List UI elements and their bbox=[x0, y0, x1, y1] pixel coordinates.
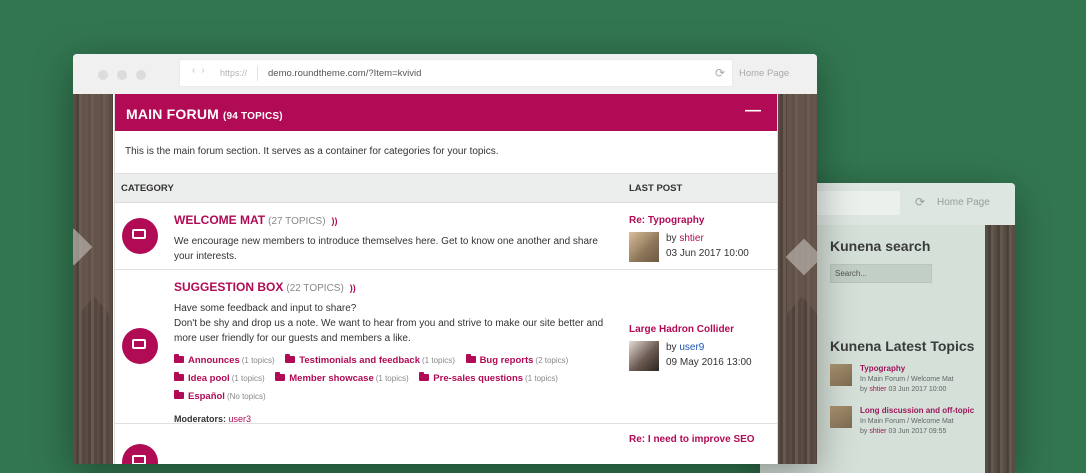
rss-icon[interactable]: )) bbox=[350, 283, 356, 293]
main-browser-window: ‹› https:// demo.roundtheme.com/?Item=kv… bbox=[73, 54, 817, 464]
topic-avatar bbox=[830, 364, 852, 386]
topic-meta: by shtier 03 Jun 2017 10:00 bbox=[860, 386, 947, 393]
moderators: Moderators: user3 bbox=[174, 414, 252, 424]
decorative-ribbon bbox=[79, 94, 109, 314]
forum-description: This is the main forum section. It serve… bbox=[115, 131, 777, 174]
decorative-ribbon bbox=[787, 94, 817, 314]
last-post: Large Hadron Collider by user9 09 May 20… bbox=[629, 324, 769, 371]
reload-icon[interactable]: ⟳ bbox=[915, 196, 927, 208]
chat-bubble-icon bbox=[122, 444, 158, 464]
category-info: WELCOME MAT (27 TOPICS))) We encourage ne… bbox=[174, 211, 619, 264]
last-post-date: 03 Jun 2017 10:00 bbox=[666, 248, 749, 259]
window-close-dot[interactable] bbox=[98, 70, 108, 80]
last-post-date: 09 May 2016 13:00 bbox=[666, 357, 752, 368]
folder-icon bbox=[174, 354, 184, 363]
folder-icon bbox=[275, 372, 286, 381]
rss-icon[interactable]: )) bbox=[332, 216, 338, 226]
topic-path: In Main Forum / Welcome Mat bbox=[860, 376, 954, 383]
url-text[interactable]: demo.roundtheme.com/?Item=kvivid bbox=[268, 68, 421, 79]
topic-title[interactable]: Long discussion and off-topic bbox=[860, 406, 980, 415]
subcategory-idea-pool[interactable]: Idea pool (1 topics) bbox=[174, 370, 265, 388]
category-row-suggestion-box: SUGGESTION BOX(22 TOPICS))) Have some fe… bbox=[115, 270, 777, 424]
latest-topic-item[interactable]: Typography In Main Forum / Welcome Mat b… bbox=[830, 364, 980, 396]
user-link[interactable]: shtier bbox=[679, 233, 703, 244]
topic-avatar bbox=[830, 406, 852, 428]
category-title[interactable]: WELCOME MAT bbox=[174, 213, 265, 227]
wood-background bbox=[985, 225, 1015, 473]
window-minimize-dot[interactable] bbox=[117, 70, 127, 80]
last-post-title[interactable]: Large Hadron Collider bbox=[629, 324, 769, 335]
folder-icon bbox=[465, 354, 476, 363]
last-post-author: by shtier bbox=[666, 233, 704, 244]
category-topic-count: (27 TOPICS) bbox=[268, 216, 326, 227]
latest-topics-title: Kunena Latest Topics bbox=[830, 338, 975, 354]
latest-topic-item[interactable]: Long discussion and off-topic In Main Fo… bbox=[830, 406, 980, 438]
search-widget-title: Kunena search bbox=[830, 238, 931, 254]
category-row-partial: Re: I need to improve SEO bbox=[115, 424, 777, 464]
subcategory-announces[interactable]: Announces (1 topics) bbox=[174, 352, 275, 370]
home-page-link[interactable]: Home Page bbox=[739, 68, 789, 79]
subcategory-espanol[interactable]: Español (No topics) bbox=[174, 388, 266, 406]
table-header: CATEGORY LAST POST bbox=[115, 174, 777, 203]
category-column-header: CATEGORY bbox=[121, 183, 174, 194]
folder-icon bbox=[174, 372, 184, 381]
folder-icon bbox=[419, 372, 430, 381]
subcategory-member-showcase[interactable]: Member showcase (1 topics) bbox=[275, 370, 409, 388]
forum-topic-count: (94 TOPICS) bbox=[223, 111, 283, 122]
category-description: Have some feedback and input to share? D… bbox=[174, 303, 604, 344]
topic-user-link[interactable]: shtier bbox=[869, 428, 886, 435]
subcategory-pre-sales[interactable]: Pre-sales questions (1 topics) bbox=[419, 370, 558, 388]
user-link[interactable]: user9 bbox=[679, 342, 704, 353]
home-page-link[interactable]: Home Page bbox=[937, 197, 990, 208]
chat-bubble-icon bbox=[122, 328, 158, 364]
last-post: Re: I need to improve SEO bbox=[629, 434, 769, 445]
category-row-welcome-mat: WELCOME MAT(27 TOPICS))) We encourage ne… bbox=[115, 203, 777, 270]
last-post-author: by user9 bbox=[666, 342, 705, 353]
last-post-column-header: LAST POST bbox=[629, 183, 683, 194]
subcategory-bug-reports[interactable]: Bug reports (2 topics) bbox=[465, 352, 568, 370]
last-post: Re: Typography by shtier 03 Jun 2017 10:… bbox=[629, 215, 769, 262]
topic-title[interactable]: Typography bbox=[860, 364, 980, 373]
user-avatar[interactable] bbox=[629, 232, 659, 262]
window-maximize-dot[interactable] bbox=[136, 70, 146, 80]
folder-icon bbox=[285, 354, 296, 363]
category-info: SUGGESTION BOX (22 TOPICS))) Have some fe… bbox=[174, 278, 619, 424]
category-topic-count: (22 TOPICS) bbox=[286, 283, 344, 294]
moderator-link[interactable]: user3 bbox=[229, 414, 252, 424]
topic-user-link[interactable]: shtier bbox=[869, 386, 886, 393]
minus-icon[interactable]: — bbox=[745, 102, 761, 120]
topic-path: In Main Forum / Welcome Mat bbox=[860, 418, 954, 425]
subcategory-list: Announces (1 topics) Testimonials and fee… bbox=[174, 352, 619, 406]
reload-icon[interactable]: ⟳ bbox=[715, 66, 725, 80]
browser-toolbar: ‹› https:// demo.roundtheme.com/?Item=kv… bbox=[73, 54, 817, 94]
last-post-title[interactable]: Re: Typography bbox=[629, 215, 769, 226]
forum-title[interactable]: MAIN FORUM (94 TOPICS) bbox=[126, 106, 283, 122]
last-post-title[interactable]: Re: I need to improve SEO bbox=[629, 434, 769, 445]
address-bar[interactable]: ‹› https:// demo.roundtheme.com/?Item=kv… bbox=[180, 60, 732, 86]
url-protocol: https:// bbox=[220, 68, 248, 78]
main-forum-panel: MAIN FORUM (94 TOPICS) — This is the main… bbox=[114, 94, 778, 464]
forum-content: MAIN FORUM (94 TOPICS) — This is the main… bbox=[113, 94, 778, 464]
category-title[interactable]: SUGGESTION BOX bbox=[174, 280, 283, 294]
topic-meta: by shtier 03 Jun 2017 09:55 bbox=[860, 428, 947, 435]
subcategory-testimonials[interactable]: Testimonials and feedback (1 topics) bbox=[285, 352, 455, 370]
chat-bubble-icon bbox=[122, 218, 158, 254]
forum-header[interactable]: MAIN FORUM (94 TOPICS) — bbox=[115, 94, 777, 131]
category-description: We encourage new members to introduce th… bbox=[174, 236, 598, 262]
user-avatar[interactable] bbox=[629, 341, 659, 371]
back-forward-icon[interactable]: ‹› bbox=[192, 65, 211, 76]
url-divider bbox=[257, 66, 258, 81]
sidebar-widgets: Kunena search Search... Kunena Latest To… bbox=[830, 238, 980, 438]
folder-icon bbox=[174, 390, 184, 399]
search-input[interactable]: Search... bbox=[830, 264, 932, 283]
